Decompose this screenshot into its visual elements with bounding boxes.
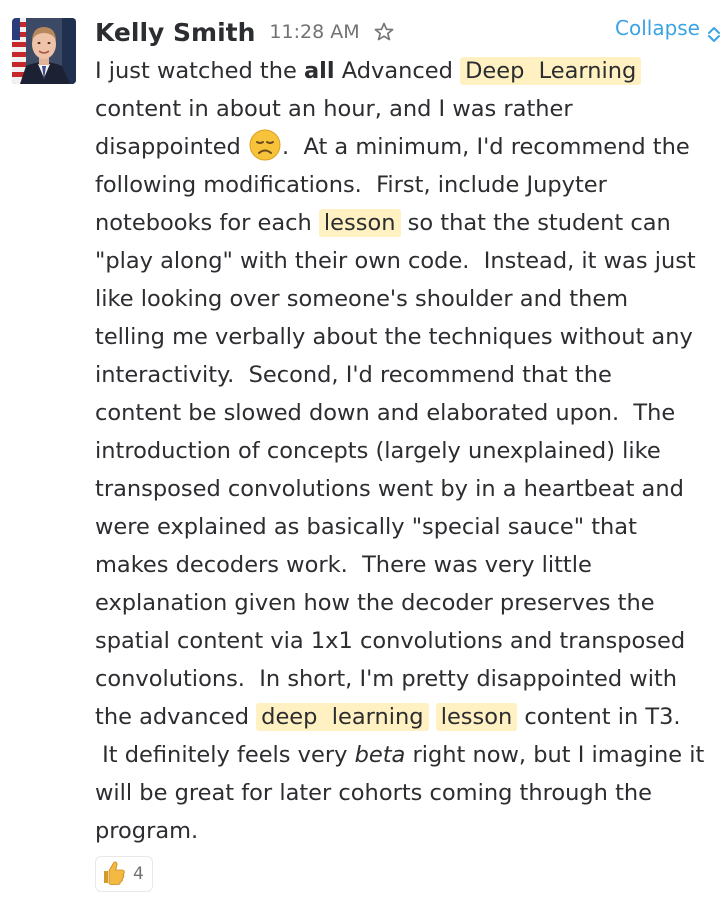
disappointed-face-icon [248, 128, 282, 162]
message-text: transposed convolutions went by in a hea… [95, 476, 684, 502]
message-line: content in about an hour, and I was rath… [95, 90, 720, 128]
bold-text: all [304, 58, 335, 84]
star-icon[interactable] [374, 22, 394, 42]
message-line: content be slowed down and elaborated up… [95, 394, 720, 432]
reaction-button[interactable]: 4 [95, 856, 153, 892]
author-name[interactable]: Kelly Smith [95, 18, 255, 47]
message-line: transposed convolutions went by in a hea… [95, 470, 720, 508]
message-line: telling me verbally about the techniques… [95, 318, 720, 356]
message-line: following modifications. First, include … [95, 166, 720, 204]
message-text: telling me verbally about the techniques… [95, 324, 693, 350]
message-timestamp[interactable]: 11:28 AM [269, 21, 359, 43]
message-text: Advanced [334, 58, 461, 84]
message-line: notebooks for each lesson so that the st… [95, 204, 720, 242]
highlighted-term: lesson [435, 703, 518, 731]
message-text: convolutions. In short, I'm pretty disap… [95, 666, 678, 692]
chevron-up-icon[interactable] [706, 24, 722, 44]
message-text: explanation given how the decoder preser… [95, 590, 655, 616]
message-line: makes decoders work. There was very litt… [95, 546, 720, 584]
message-text: program. [95, 818, 199, 844]
message-text: following modifications. First, include … [95, 172, 607, 198]
message-line: introduction of concepts (largely unexpl… [95, 432, 720, 470]
message-line: will be great for later cohorts coming t… [95, 774, 720, 812]
message-text: spatial content via 1x1 convolutions and… [95, 628, 686, 654]
message-text: the advanced [95, 704, 257, 730]
message-text: It definitely feels very [95, 742, 355, 768]
highlighted-term: lesson [318, 209, 401, 237]
message-header: Kelly Smith 11:28 AM [95, 14, 394, 50]
message-text: . At a minimum, I'd recommend the [282, 134, 690, 160]
message-text: makes decoders work. There was very litt… [95, 552, 592, 578]
message-text: "play along" with their own code. Instea… [95, 248, 696, 274]
message-text: content in T3. [517, 704, 681, 730]
message-text: so that the student can [400, 210, 671, 236]
message-line: program. [95, 812, 720, 850]
collapse-link[interactable]: Collapse [615, 16, 700, 40]
message-text: were explained as basically "special sau… [95, 514, 637, 540]
message-line: explanation given how the decoder preser… [95, 584, 720, 622]
reaction-count: 4 [133, 864, 144, 884]
thumbs-up-icon [101, 859, 127, 889]
message-line: like looking over someone's shoulder and… [95, 280, 720, 318]
message-text: content be slowed down and elaborated up… [95, 400, 676, 426]
message-line: It definitely feels very beta right now,… [95, 736, 720, 774]
avatar-photo [12, 18, 76, 84]
message-text: like looking over someone's shoulder and… [95, 286, 629, 312]
message-text [429, 704, 436, 730]
message-text: will be great for later cohorts coming t… [95, 780, 653, 806]
message-line: the advanced deep learning lesson conten… [95, 698, 720, 736]
avatar[interactable] [12, 18, 76, 84]
message-text: disappointed [95, 134, 248, 160]
message-text: right now, but I imagine it [405, 742, 705, 768]
message-text: content in about an hour, and I was rath… [95, 96, 573, 122]
message-line: spatial content via 1x1 convolutions and… [95, 622, 720, 660]
highlighted-term: Deep Learning [460, 57, 642, 85]
message-line: I just watched the all Advanced Deep Lea… [95, 52, 720, 90]
highlighted-term: deep learning [256, 703, 429, 731]
message-text: I just watched the [95, 58, 304, 84]
message-text: interactivity. Second, I'd recommend tha… [95, 362, 612, 388]
message-line: "play along" with their own code. Instea… [95, 242, 720, 280]
message-text: notebooks for each [95, 210, 319, 236]
message-text: introduction of concepts (largely unexpl… [95, 438, 661, 464]
italic-text: beta [354, 742, 406, 768]
message-line: convolutions. In short, I'm pretty disap… [95, 660, 720, 698]
message-line: were explained as basically "special sau… [95, 508, 720, 546]
message-body: I just watched the all Advanced Deep Lea… [95, 52, 720, 850]
message-line: interactivity. Second, I'd recommend tha… [95, 356, 720, 394]
message-line: disappointed . At a minimum, I'd recomme… [95, 128, 720, 166]
